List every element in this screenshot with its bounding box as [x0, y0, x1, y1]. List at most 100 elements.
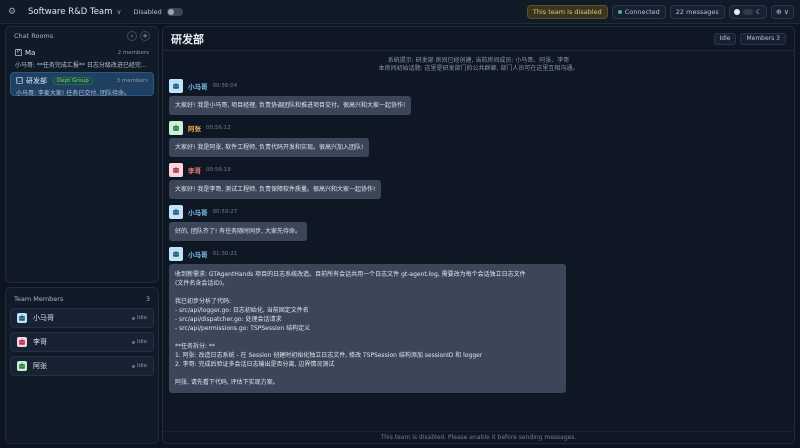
connection-status: Connected [611, 4, 666, 19]
message-sender: 李哥 [188, 167, 201, 175]
message-line [175, 288, 560, 297]
member-item[interactable]: 小马哥 Idle [10, 308, 154, 328]
chat-rooms-header: Chat Rooms ‹ + [6, 27, 158, 45]
chevron-down-icon[interactable]: ∨ [116, 8, 121, 16]
chat-rooms-panel: Chat Rooms ‹ + P Ma 2 members 小马哥: **任务完… [5, 26, 159, 283]
member-status: Idle [131, 339, 147, 345]
member-status-text: Idle [136, 363, 147, 369]
collapse-rooms-button[interactable]: ‹ [127, 31, 137, 41]
member-status: Idle [131, 315, 147, 321]
message-sender: 小马哥 [188, 251, 208, 259]
robot-avatar-icon [17, 313, 27, 323]
member-item[interactable]: 李哥 Idle [10, 332, 154, 352]
message-line: 我已初步分析了代码: [175, 298, 232, 305]
message-item: 小马哥 01:30:21 收到新需求: GTAgentHands 项目的日志系统… [169, 247, 788, 393]
message-time: 00:59:27 [212, 209, 238, 215]
team-members-panel: Team Members 3 小马哥 Idle 李哥 Idle 阿张 Idle [5, 287, 159, 444]
message-bubble: 大家好! 我是李哥, 测试工程师, 负责保障软件质量。很高兴和大家一起协作! [169, 180, 382, 199]
team-enable-toggle[interactable] [166, 7, 183, 16]
language-selector[interactable]: ⊕ ∨ [771, 4, 794, 19]
chevron-down-icon: ∨ [783, 7, 789, 16]
message-sender: 小马哥 [188, 83, 208, 91]
member-status: Idle [131, 363, 147, 369]
message-bubble: 收到新需求: GTAgentHands 项目的日志系统改造。目前所有会话共用一个… [169, 264, 566, 393]
robot-avatar-icon [169, 79, 183, 93]
message-line [175, 333, 560, 342]
room-member-count: 3 members [116, 77, 148, 84]
room-icon: P [15, 49, 22, 56]
robot-avatar-icon [169, 205, 183, 219]
add-room-button[interactable]: + [140, 31, 150, 41]
message-time: 01:30:21 [212, 251, 238, 257]
member-name: 阿张 [33, 362, 47, 370]
room-name: 研发部 [26, 76, 47, 85]
room-member-count: 2 members [117, 49, 149, 56]
message-item: 小马哥 00:59:27 好的, 团队齐了! 有任务随时同步, 大家先待命。 [169, 205, 788, 241]
message-line: - src/api/dispatcher.go: 处理会话请求 [175, 316, 282, 323]
globe-icon: ⊕ [776, 7, 782, 16]
team-members-title: Team Members [14, 295, 64, 303]
status-button[interactable]: Idle [713, 32, 737, 45]
message-time: 00:56:12 [206, 125, 231, 131]
message-item: 小马哥 00:56:04 大家好! 我是小马哥, 项目经理, 负责协调团队和推进… [169, 79, 788, 115]
room-preview: 小马哥: **任务完成汇报** 日志分级改进已经完成... [15, 62, 149, 69]
robot-avatar-icon [169, 247, 183, 261]
message-line: - src/api/logger.go: 日志初始化, 当前固定文件名 [175, 307, 309, 314]
message-line: 阿张, 请先看下代码, 评估下实现方案。 [175, 379, 279, 386]
room-name: Ma [25, 48, 36, 57]
message-line: 2. 李哥: 完成后验证多会话日志输出是否分离, 边界情况测试 [175, 361, 335, 368]
message-count: 22 messages [669, 4, 725, 19]
member-status-text: Idle [136, 339, 147, 345]
system-notice-line: 系统提示: 研发部 房间已经创建, 当前房间成员: 小马哥、阿张、李哥 [387, 57, 570, 64]
robot-avatar-icon [17, 361, 27, 371]
top-bar: ⚙ Software R&D Team ∨ Disabled This team… [0, 0, 800, 24]
message-sender: 小马哥 [188, 209, 208, 217]
members-button[interactable]: Members 3 [740, 32, 786, 45]
status-dot-icon [131, 340, 135, 344]
team-disabled-text: This team is disabled [532, 7, 602, 16]
message-line: 1. 阿张: 改造日志系统 - 在 Session 创建时初始化独立日志文件, … [175, 352, 483, 359]
robot-avatar-icon [169, 163, 183, 177]
disabled-footer-note: This team is disabled. Please enable it … [163, 431, 794, 443]
connected-dot-icon [617, 9, 622, 14]
room-icon: □ [16, 77, 23, 84]
system-notice: 系统提示: 研发部 房间已经创建, 当前房间成员: 小马哥、阿张、李哥 本房间初… [163, 57, 794, 73]
member-name: 李哥 [33, 338, 47, 346]
message-bubble: 好的, 团队齐了! 有任务随时同步, 大家先待命。 [169, 222, 307, 241]
message-time: 00:56:19 [206, 167, 231, 173]
top-right-controls: This team is disabled Connected 22 messa… [526, 4, 794, 19]
theme-track [742, 8, 753, 15]
message-time: 00:56:04 [212, 83, 238, 89]
disabled-label: Disabled [133, 7, 162, 16]
chat-room-title: 研发部 [171, 32, 204, 46]
status-dot-icon [131, 364, 135, 368]
robot-avatar-icon [169, 121, 183, 135]
message-line: 收到新需求: GTAgentHands 项目的日志系统改造。目前所有会话共用一个… [175, 271, 526, 278]
status-dot-icon [131, 316, 135, 320]
message-line [175, 369, 560, 378]
member-count: 3 [145, 295, 150, 303]
message-item: 阿张 00:56:12 大家好! 我是阿张, 软件工程师, 负责代码开发和实现。… [169, 121, 788, 157]
message-line: (文件名含会话ID)。 [175, 280, 229, 287]
room-item-rd[interactable]: □ 研发部 Dept Group 3 members 小马哥: 李麦大家! 任务… [10, 72, 154, 97]
sun-icon [733, 8, 740, 15]
room-item-ma[interactable]: P Ma 2 members 小马哥: **任务完成汇报** 日志分级改进已经完… [10, 45, 154, 69]
message-item: 李哥 00:56:19 大家好! 我是李哥, 测试工程师, 负责保障软件质量。很… [169, 163, 788, 199]
message-count-text: 22 messages [675, 7, 719, 16]
connection-text: Connected [624, 7, 660, 16]
system-notice-line: 本房间初始话题: 这里是研发部门的公共群聊, 部门人员可在这里互相沟通。 [378, 65, 579, 72]
member-status-text: Idle [136, 315, 147, 321]
chat-rooms-title: Chat Rooms [14, 32, 54, 40]
room-preview: 小马哥: 李麦大家! 任务已交付, 团队待命。 [16, 90, 131, 97]
settings-gear-icon[interactable]: ⚙ [6, 6, 18, 18]
message-list: 小马哥 00:56:04 大家好! 我是小马哥, 项目经理, 负责协调团队和推进… [163, 79, 794, 393]
member-item[interactable]: 阿张 Idle [10, 356, 154, 376]
team-selector[interactable]: Software R&D Team [28, 7, 112, 17]
theme-toggle[interactable]: ☾ [728, 4, 767, 19]
message-bubble: 大家好! 我是阿张, 软件工程师, 负责代码开发和实现。很高兴加入团队! [169, 138, 370, 157]
team-disabled-badge: This team is disabled [526, 4, 608, 19]
member-name: 小马哥 [33, 314, 54, 322]
moon-icon: ☾ [755, 7, 762, 16]
chat-header: 研发部 Idle Members 3 [163, 27, 794, 51]
message-bubble: 大家好! 我是小马哥, 项目经理, 负责协调团队和推进项目交付。很高兴和大家一起… [169, 96, 412, 115]
